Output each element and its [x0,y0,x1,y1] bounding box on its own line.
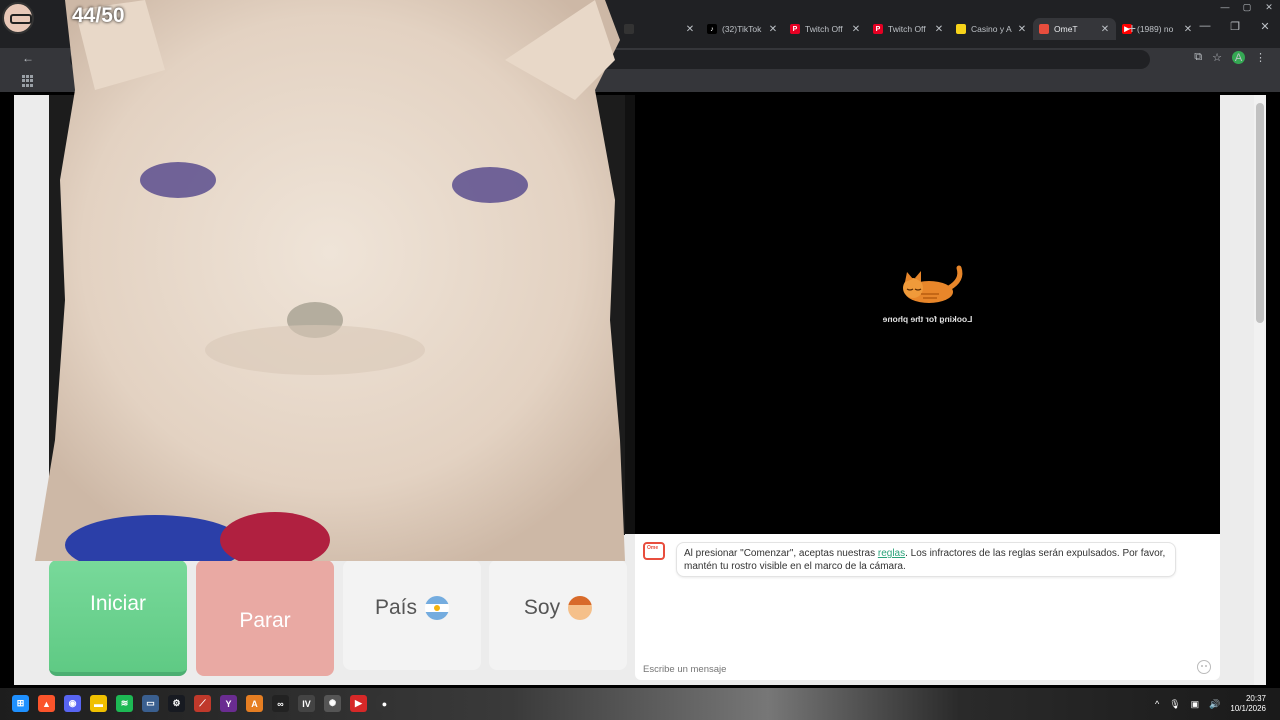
install-app-icon[interactable]: ⧉ [1194,51,1202,64]
app-mask-icon[interactable]: ∞ [272,695,289,712]
browser-tab[interactable]: ✕ [618,18,701,40]
tab-close-icon[interactable]: ✕ [851,24,861,35]
profile-avatar[interactable]: A [1232,51,1245,64]
app-iv-icon[interactable]: IV [298,695,315,712]
sleeping-cat-loader [876,262,986,311]
tab-favicon-icon [624,24,634,34]
stop-button[interactable]: Parar [196,560,334,676]
minimize-icon[interactable]: — [1214,0,1236,14]
tab-close-icon[interactable]: ✕ [768,24,778,35]
windows-taskbar: ⊞ ▲ ◉ ▬ ≋ ▭ ⚙ ⟋ Y A ∞ IV ✺ ▶ ● ^ 🎙 ▣ 🔊 2… [0,688,1280,720]
toolbar-actions: ⧉ ☆ A ⋮ [1194,51,1266,64]
browser-tab[interactable]: ♪ (32)TikTok ✕ [701,18,784,40]
stop-label: Parar [239,609,291,632]
window-top-controls: — ▢ ✕ [1214,0,1280,14]
tab-close-icon[interactable]: ✕ [1100,24,1110,35]
page-scrollbar[interactable] [1254,95,1266,685]
tray-chevron-icon[interactable]: ^ [1155,699,1159,709]
steam-icon[interactable]: ⚙ [168,695,185,712]
tab-close-icon[interactable]: ✕ [934,24,944,35]
argentina-flag-icon [425,596,450,620]
window-app-icon[interactable]: ▭ [142,695,159,712]
tab-favicon-icon: P [790,24,800,34]
browser-menu-icon[interactable]: ⋮ [1255,51,1266,64]
scrollbar-thumb[interactable] [1256,103,1264,323]
obs-icon[interactable]: ● [376,695,393,712]
tab-title: (32)TikTok [722,24,762,34]
close-button[interactable]: ✕ [1250,20,1280,33]
browser-tab[interactable]: P Twitch Off ✕ [784,18,867,40]
notice-text-start: Al presionar "Comenzar", aceptas nuestra… [684,548,878,559]
start-button[interactable]: Iniciar [49,560,187,676]
streamer-avatar [2,2,34,34]
gender-selector[interactable]: Soy [489,560,627,670]
tab-title: Twitch Off [805,24,843,34]
discord-icon[interactable]: ◉ [64,695,81,712]
tab-close-icon[interactable]: ✕ [1017,24,1027,35]
taskbar-apps: ⊞ ▲ ◉ ▬ ≋ ▭ ⚙ ⟋ Y A ∞ IV ✺ ▶ ● [12,695,393,712]
country-selector[interactable]: País [343,560,481,670]
back-arrow-icon[interactable]: ← [22,51,34,65]
volume-icon[interactable]: 🔊 [1209,699,1220,710]
screen: Kyoyitisis S✕Inicio - Ca✕Dark Blue✕(9) I… [0,0,1280,720]
clock[interactable]: 20:37 10/1/2026 [1230,694,1266,714]
tab-title: OmeT [1054,24,1078,34]
tab-favicon-icon: P [873,24,883,34]
restore-button[interactable]: ❐ [1220,20,1250,33]
chat-message-input[interactable] [643,662,1203,676]
counter-overlay: 44/50 [72,4,125,27]
sleeping-cat-icon [903,265,963,303]
tab-close-icon[interactable]: ✕ [685,24,695,35]
tab-title: Twitch Off [888,24,926,34]
brave-browser-icon[interactable]: ▲ [38,695,55,712]
chatgpt-icon[interactable]: ✺ [324,695,341,712]
remote-status-text: Looking for the phone [882,314,973,324]
app-orange-icon[interactable]: A [246,695,263,712]
start-label: Iniciar [89,592,147,615]
ometv-logo-icon: Ome [643,542,665,560]
microphone-icon[interactable]: 🎙 [1169,699,1180,710]
spotify-icon[interactable]: ≋ [116,695,133,712]
minimize-button[interactable]: — [1190,20,1220,33]
browser-tab[interactable]: Casino y A ✕ [950,18,1033,40]
bookmark-star-icon[interactable]: ☆ [1212,51,1222,64]
apps-grid-icon[interactable] [22,75,34,87]
tab-title: (1989) no [1137,24,1174,34]
browser-tab[interactable]: OmeT ✕ [1033,18,1116,40]
tab-favicon-icon: ♪ [707,24,717,34]
app-purple-icon[interactable]: Y [220,695,237,712]
system-tray: ^ 🎙 ▣ 🔊 20:37 10/1/2026 [1155,694,1266,714]
network-icon[interactable]: ▣ [1191,699,1200,710]
media-player-icon[interactable]: ▶ [350,695,367,712]
browser-tab[interactable]: P Twitch Off ✕ [867,18,950,40]
cat-face-camera-overlay [35,0,625,561]
tab-favicon-icon [956,24,966,34]
gender-label: Soy [523,596,561,619]
clock-date: 10/1/2026 [1230,704,1266,713]
window-controls: — ❐ ✕ [1190,20,1280,33]
system-notice-bubble: Al presionar "Comenzar", aceptas nuestra… [676,542,1176,577]
country-label: País [374,596,418,619]
tab-favicon-icon [1039,24,1049,34]
new-tab-button[interactable]: + [1124,20,1140,36]
rules-link[interactable]: reglas [878,548,905,559]
tab-title: Casino y A [971,24,1012,34]
windows-start-icon[interactable]: ⊞ [12,695,29,712]
app-red-icon[interactable]: ⟋ [194,695,211,712]
boy-emoji-icon [568,596,593,620]
file-explorer-icon[interactable]: ▬ [90,695,107,712]
maximize-icon[interactable]: ▢ [1236,0,1258,14]
emoji-picker-icon[interactable] [1197,660,1211,674]
close-window-icon[interactable]: ✕ [1258,0,1280,14]
clock-time: 20:37 [1245,694,1266,703]
